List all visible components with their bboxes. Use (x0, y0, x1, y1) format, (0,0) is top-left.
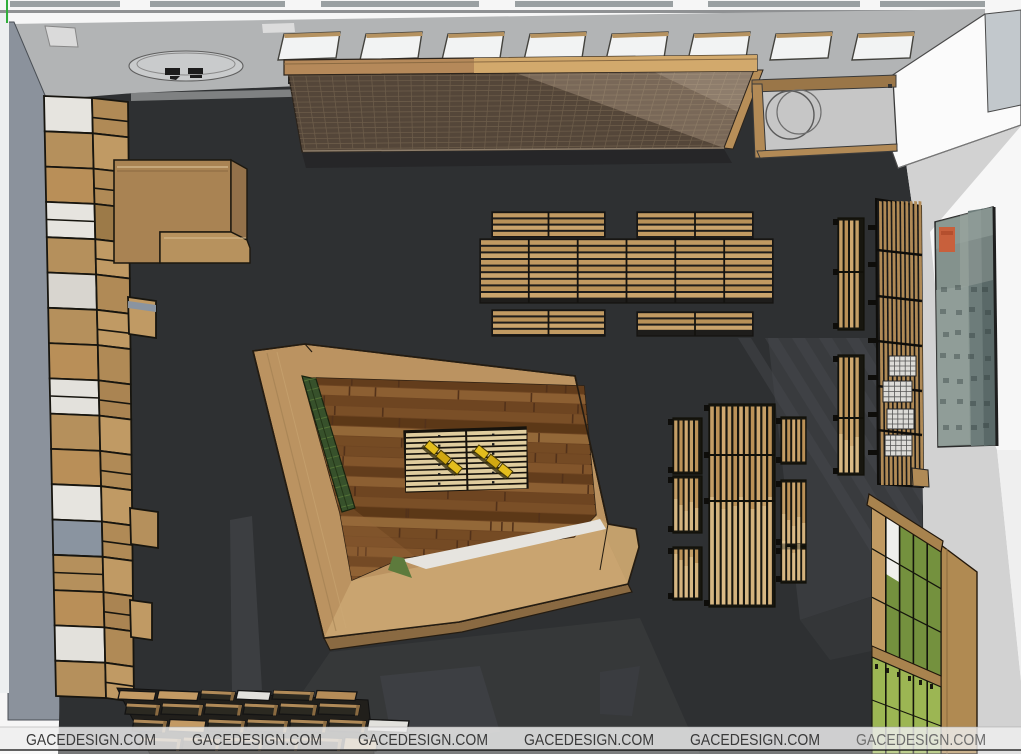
svg-text:GACEDESIGN.COM: GACEDESIGN.COM (856, 732, 986, 749)
svg-text:GACEDESIGN.COM: GACEDESIGN.COM (690, 732, 820, 749)
svg-text:GACEDESIGN.COM: GACEDESIGN.COM (26, 732, 156, 749)
svg-text:GACEDESIGN.COM: GACEDESIGN.COM (192, 732, 322, 749)
svg-text:GACEDESIGN.COM: GACEDESIGN.COM (358, 732, 488, 749)
svg-text:GACEDESIGN.COM: GACEDESIGN.COM (524, 732, 654, 749)
